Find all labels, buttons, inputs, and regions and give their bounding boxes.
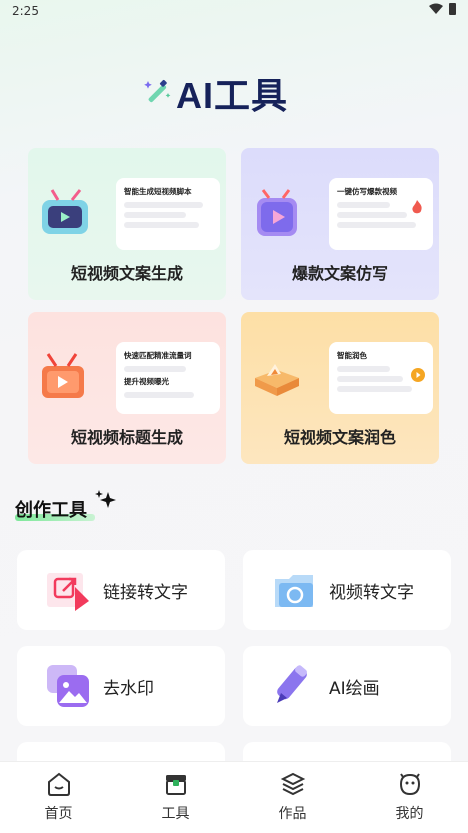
preview-line bbox=[337, 212, 408, 218]
section-title: 创作工具 bbox=[15, 496, 95, 522]
preview-title: 快速匹配精准流量词 bbox=[124, 351, 192, 360]
card-label: 短视频文案生成 bbox=[70, 264, 183, 283]
play-circle-icon bbox=[411, 368, 425, 382]
tool-label: 链接转文字 bbox=[103, 582, 188, 603]
home-icon bbox=[47, 772, 70, 796]
card-preview: 智能润色 bbox=[329, 342, 433, 414]
tool-link-to-text[interactable]: 链接转文字 bbox=[17, 550, 225, 630]
camera-folder-icon bbox=[275, 575, 313, 607]
status-icons bbox=[429, 3, 456, 15]
preview-line bbox=[337, 202, 390, 208]
preview-line bbox=[124, 392, 195, 398]
tool-remove-watermark[interactable]: 去水印 bbox=[17, 646, 225, 726]
card-label: 短视频标题生成 bbox=[70, 428, 183, 447]
status-time: 2:25 bbox=[12, 4, 39, 18]
layers-icon bbox=[280, 772, 305, 796]
wifi-icon bbox=[429, 3, 443, 14]
book-mascot-icon bbox=[255, 364, 299, 396]
card-preview: 快速匹配精准流量词 提升视频曝光 bbox=[116, 342, 220, 414]
tab-works[interactable]: 作品 bbox=[234, 762, 351, 833]
feature-card-polish[interactable]: 智能润色 短视频文案润色 bbox=[241, 312, 439, 464]
preview-subtitle: 提升视频曝光 bbox=[124, 377, 169, 386]
title-text: AI工具 bbox=[176, 75, 289, 116]
tool-label: 去水印 bbox=[103, 678, 154, 699]
fire-icon bbox=[412, 200, 422, 214]
tool-video-to-text[interactable]: 视频转文字 bbox=[243, 550, 451, 630]
preview-title: 智能生成短视频脚本 bbox=[124, 187, 192, 196]
tv-mascot-icon bbox=[42, 189, 88, 234]
preview-line bbox=[337, 366, 390, 372]
sparkle-icon bbox=[95, 490, 116, 508]
preview-line bbox=[124, 366, 186, 372]
tv-mascot-icon bbox=[42, 353, 84, 398]
toolbox-icon bbox=[165, 775, 186, 795]
card-preview: 智能生成短视频脚本 bbox=[116, 178, 220, 250]
image-icon bbox=[47, 665, 89, 707]
page-title: AI工具 bbox=[142, 68, 288, 118]
status-bar: 2:25 bbox=[0, 0, 468, 22]
preview-line bbox=[124, 222, 199, 228]
section-title-text: 创作工具 bbox=[15, 500, 87, 521]
preview-line bbox=[337, 376, 403, 382]
magic-wand-icon bbox=[144, 79, 171, 103]
tab-profile[interactable]: 我的 bbox=[351, 762, 468, 833]
card-label: 爆款文案仿写 bbox=[291, 264, 388, 283]
battery-icon bbox=[449, 3, 456, 15]
tab-label: 作品 bbox=[278, 806, 307, 822]
tab-label: 首页 bbox=[44, 806, 73, 822]
card-preview: 一键仿写爆款视频 bbox=[329, 178, 433, 250]
preview-title: 一键仿写爆款视频 bbox=[337, 187, 397, 196]
tool-ai-painting[interactable]: AI绘画 bbox=[243, 646, 451, 726]
tab-home[interactable]: 首页 bbox=[0, 762, 117, 833]
tab-label: 我的 bbox=[395, 806, 424, 822]
preview-line bbox=[337, 386, 412, 392]
preview-line bbox=[124, 202, 204, 208]
link-doc-icon bbox=[47, 573, 89, 611]
pen-icon bbox=[277, 665, 307, 703]
preview-line bbox=[124, 212, 186, 218]
tool-label: 视频转文字 bbox=[329, 582, 414, 603]
card-label: 短视频文案润色 bbox=[283, 428, 396, 447]
feature-card-script[interactable]: 智能生成短视频脚本 短视频文案生成 bbox=[28, 148, 226, 300]
feature-card-title[interactable]: 快速匹配精准流量词 提升视频曝光 短视频标题生成 bbox=[28, 312, 226, 464]
preview-line bbox=[337, 222, 417, 228]
feature-card-imitate[interactable]: 一键仿写爆款视频 爆款文案仿写 bbox=[241, 148, 439, 300]
tool-label: AI绘画 bbox=[329, 678, 380, 699]
face-icon bbox=[399, 773, 420, 796]
tab-tools[interactable]: 工具 bbox=[117, 762, 234, 833]
play-mascot-icon bbox=[257, 189, 297, 236]
bottom-tab-bar: 首页 工具 作品 我的 bbox=[0, 761, 468, 833]
tab-label: 工具 bbox=[161, 806, 190, 822]
preview-title: 智能润色 bbox=[337, 351, 367, 360]
